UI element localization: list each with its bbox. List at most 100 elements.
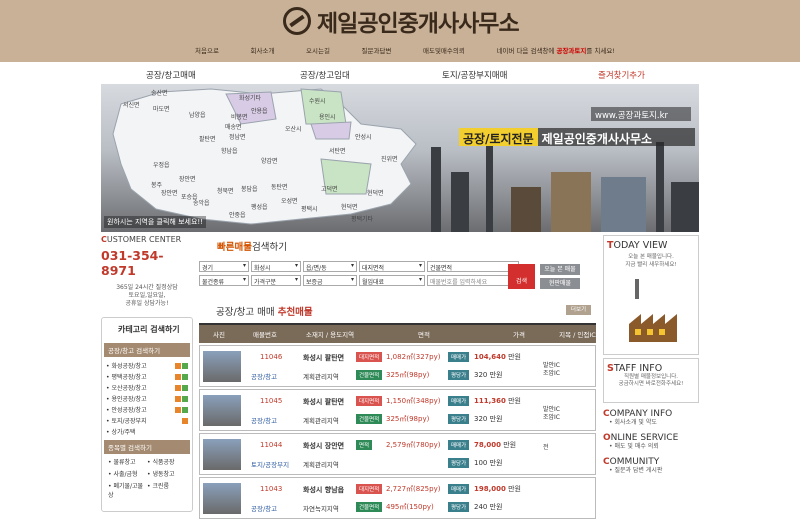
subnav-home[interactable]: 처음으로 <box>195 45 219 55</box>
map-region-label[interactable]: 봉담읍 <box>241 184 258 193</box>
search-button[interactable]: 검색 <box>508 264 535 289</box>
category-item[interactable]: • 상가/주택 <box>106 426 188 437</box>
staff-info-panel[interactable]: STAFF INFO 직원별 매물정보입니다. 궁금하시면 바로전화주세요! <box>603 358 699 403</box>
type-item[interactable]: • 폐기물/고물상 <box>108 481 147 499</box>
category-badge-icon[interactable] <box>175 384 181 391</box>
listing-category[interactable]: 공장/창고 <box>251 371 277 381</box>
map-region-label[interactable]: 정남면 <box>229 132 246 141</box>
category-badge-icon[interactable] <box>175 406 181 413</box>
category-item[interactable]: • 평택공장/창고 <box>106 371 188 382</box>
map-region-label[interactable]: 송산면 <box>151 88 168 97</box>
type-item[interactable]: • 크린룸 <box>147 481 186 499</box>
category-item[interactable]: • 안성공장/창고 <box>106 404 188 415</box>
listing-photo[interactable] <box>203 351 241 382</box>
online-service[interactable]: ONLINE SERVICE • 매도 및 매수 의뢰 <box>603 433 699 451</box>
type-item[interactable]: • 식품공장 <box>147 457 186 466</box>
building-area-select[interactable]: 건물면적 <box>427 261 519 272</box>
map-region-label[interactable]: 현덕면 <box>367 188 384 197</box>
category-item[interactable]: • 토지/공장부지 <box>106 415 188 426</box>
online-service-link[interactable]: • 매도 및 매수 의뢰 <box>603 443 699 451</box>
listing-number[interactable]: 11046 <box>260 353 282 361</box>
map-region-label[interactable]: 용인시 <box>319 112 336 121</box>
category-item[interactable]: • 용인공장/창고 <box>106 393 188 404</box>
listing-row[interactable]: 11043 공장/창고 화성시 향남읍 자연녹지지역 대지면적 2,727㎡(825py)… <box>199 477 596 519</box>
map-region-label[interactable]: 평택시 <box>301 204 318 213</box>
listing-photo[interactable] <box>203 483 241 514</box>
type-item[interactable]: • 물류창고 <box>108 457 147 466</box>
current-listings-button[interactable]: 현판매물 <box>540 278 580 289</box>
nav-land-sale[interactable]: 토지/공장부지매매 <box>442 69 507 81</box>
category-badge-icon[interactable] <box>182 417 188 424</box>
listing-number[interactable]: 11044 <box>260 441 282 449</box>
map-region-label[interactable]: 팽성읍 <box>251 202 268 211</box>
map-region-label[interactable]: 서신면 <box>123 100 140 109</box>
city-select[interactable]: 화성시 <box>251 261 301 272</box>
map-region-label[interactable]: 향남읍 <box>221 146 238 155</box>
listing-photo[interactable] <box>203 395 241 426</box>
listing-photo[interactable] <box>203 439 241 470</box>
category-badge-icon[interactable] <box>182 373 188 380</box>
listing-row[interactable]: 11045 공장/창고 화성시 팔탄면 계획관리지역 대지면적 1,150㎡(348py)… <box>199 389 596 431</box>
map-region-label[interactable]: 남양읍 <box>189 110 206 119</box>
category-badge-icon[interactable] <box>182 395 188 402</box>
map-region-label[interactable]: 안용읍 <box>251 106 268 115</box>
map-region-label[interactable]: 우정읍 <box>153 160 170 169</box>
category-badge-icon[interactable] <box>175 373 181 380</box>
map-region-label[interactable]: 오산시 <box>285 124 302 133</box>
type-item[interactable]: • 사출/금형 <box>108 469 147 478</box>
listing-category[interactable]: 토지/공장부지 <box>251 459 289 469</box>
deposit-select[interactable]: 보증금 <box>303 275 357 286</box>
map-region-label[interactable]: 수원시 <box>309 96 326 105</box>
logo[interactable]: 제일공인중개사사무소 <box>283 6 520 37</box>
nav-factory-sale[interactable]: 공장/창고매매 <box>146 69 196 81</box>
category-badge-icon[interactable] <box>182 384 188 391</box>
map-region-label[interactable]: 포승읍 <box>181 192 198 201</box>
community[interactable]: COMMUNITY • 질문과 답변 게시판 <box>603 457 699 475</box>
map-region-label[interactable]: 고덕면 <box>321 184 338 193</box>
category-badge-icon[interactable] <box>175 362 181 369</box>
land-area-select[interactable]: 대지면적 <box>359 261 425 272</box>
monthly-rent-select[interactable]: 월임대료 <box>359 275 425 286</box>
property-type-select[interactable]: 물건종류 <box>199 275 249 286</box>
community-link[interactable]: • 질문과 답변 게시판 <box>603 467 699 475</box>
map-region-label[interactable]: 양감면 <box>261 156 278 165</box>
company-info[interactable]: COMPANY INFO • 회사소개 및 약도 <box>603 409 699 427</box>
map-region-label[interactable]: 장안면 <box>179 174 196 183</box>
province-select[interactable]: 경기 <box>199 261 249 272</box>
type-item[interactable]: • 냉동창고 <box>147 469 186 478</box>
map-region-label[interactable]: 화성기타 <box>239 93 261 102</box>
map-region-label[interactable]: 안성시 <box>355 132 372 141</box>
company-info-link[interactable]: • 회사소개 및 약도 <box>603 419 699 427</box>
listing-number[interactable]: 11043 <box>260 485 282 493</box>
map-region-label[interactable]: 팔탄면 <box>199 134 216 143</box>
district-select[interactable]: 읍/면/동 <box>303 261 357 272</box>
map-region-label[interactable]: 청북면 <box>217 186 234 195</box>
subnav-directions[interactable]: 오시는길 <box>306 45 330 55</box>
category-badge-icon[interactable] <box>182 362 188 369</box>
listing-number-input[interactable]: 매물번호를 입력하세요 <box>427 275 519 286</box>
nav-factory-rent[interactable]: 공장/창고임대 <box>300 69 350 81</box>
more-button[interactable]: 더보기 <box>566 305 591 315</box>
category-item[interactable]: • 오산공장/창고 <box>106 382 188 393</box>
map-region-label[interactable]: 안중읍 <box>229 210 246 219</box>
listing-row[interactable]: 11046 공장/창고 화성시 팔탄면 계획관리지역 대지면적 1,082㎡(327py)… <box>199 345 596 387</box>
listing-row[interactable]: 11044 토지/공장부지 화성시 장안면 계획관리지역 면적 2,579㎡(780py)… <box>199 433 596 475</box>
map-region-label[interactable]: 서탄면 <box>329 146 346 155</box>
subnav-about[interactable]: 회사소개 <box>251 45 275 55</box>
phone-number[interactable]: 031-354-8971 <box>101 248 193 278</box>
category-badge-icon[interactable] <box>182 406 188 413</box>
category-item[interactable]: • 화성공장/창고 <box>106 360 188 371</box>
map-region-label[interactable]: 진위면 <box>381 154 398 163</box>
map-region-label[interactable]: 비봉면 <box>231 112 248 121</box>
listing-category[interactable]: 공장/창고 <box>251 415 277 425</box>
price-type-select[interactable]: 가격구분 <box>251 275 301 286</box>
listing-number[interactable]: 11045 <box>260 397 282 405</box>
today-viewed-button[interactable]: 오늘 본 매물 <box>540 264 580 275</box>
map-region-label[interactable]: 마도면 <box>153 104 170 113</box>
category-badge-icon[interactable] <box>175 395 181 402</box>
map-region-label[interactable]: 평택기타 <box>351 214 373 223</box>
subnav-request[interactable]: 매도및매수의뢰 <box>423 45 465 55</box>
subnav-qna[interactable]: 질문과답변 <box>362 45 392 55</box>
map-region-label[interactable]: 장안면 <box>161 188 178 197</box>
nav-bookmark[interactable]: 즐겨찾기추가 <box>598 69 645 81</box>
